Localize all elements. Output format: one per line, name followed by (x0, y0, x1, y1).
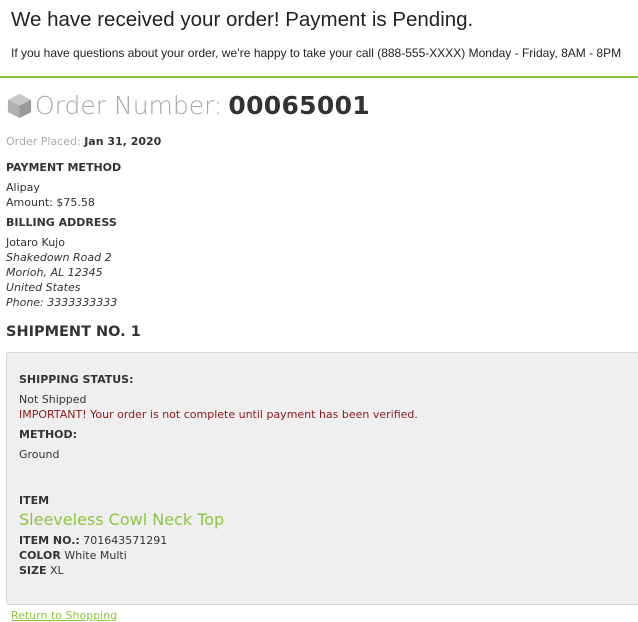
order-placed: Order Placed: Jan 31, 2020 (6, 135, 161, 148)
payment-warning: IMPORTANT! Your order is not complete un… (19, 408, 418, 421)
confirmation-banner: We have received your order! Payment is … (0, 0, 638, 78)
billing-phone: Phone: 3333333333 (6, 296, 118, 309)
item-number-value: 701643571291 (83, 534, 168, 547)
order-placed-date: Jan 31, 2020 (84, 135, 162, 148)
payment-amount: Amount: $75.58 (6, 196, 95, 209)
item-number: ITEM NO.: 701643571291 (19, 534, 167, 547)
banner-subtitle: If you have questions about your order, … (11, 46, 622, 60)
billing-street: Shakedown Road 2 (6, 251, 112, 264)
item-color: COLOR White Multi (19, 549, 127, 562)
return-to-shopping-link[interactable]: Return to Shopping (11, 609, 117, 622)
item-size: SIZE XL (19, 564, 64, 577)
shipment-panel: SHIPPING STATUS: Not Shipped IMPORTANT! … (6, 352, 638, 605)
billing-address-heading: BILLING ADDRESS (6, 216, 117, 229)
shipping-method-heading: METHOD: (19, 428, 78, 441)
payment-method-value: Alipay (6, 181, 40, 194)
order-number-label: Order Number: (35, 90, 223, 120)
shipping-method-value: Ground (19, 448, 60, 461)
item-name-link[interactable]: Sleeveless Cowl Neck Top (19, 510, 224, 529)
box-icon (7, 93, 32, 118)
item-number-label: ITEM NO.: (19, 534, 80, 547)
item-color-value: White Multi (64, 549, 127, 562)
item-color-label: COLOR (19, 549, 61, 562)
payment-method-heading: PAYMENT METHOD (6, 161, 122, 174)
billing-name: Jotaro Kujo (6, 236, 65, 249)
billing-city: Morioh, AL 12345 (6, 266, 103, 279)
shipment-title: SHIPMENT NO. 1 (6, 324, 141, 340)
item-heading: ITEM (19, 494, 50, 507)
billing-country: United States (6, 281, 81, 294)
order-placed-label: Order Placed: (6, 135, 81, 148)
banner-title: We have received your order! Payment is … (11, 8, 474, 31)
shipping-status-value: Not Shipped (19, 393, 87, 406)
shipping-status-heading: SHIPPING STATUS: (19, 373, 134, 386)
item-size-value: XL (50, 564, 64, 577)
item-size-label: SIZE (19, 564, 47, 577)
order-number-value: 00065001 (228, 90, 370, 120)
order-number-heading: Order Number: 00065001 (6, 88, 370, 122)
